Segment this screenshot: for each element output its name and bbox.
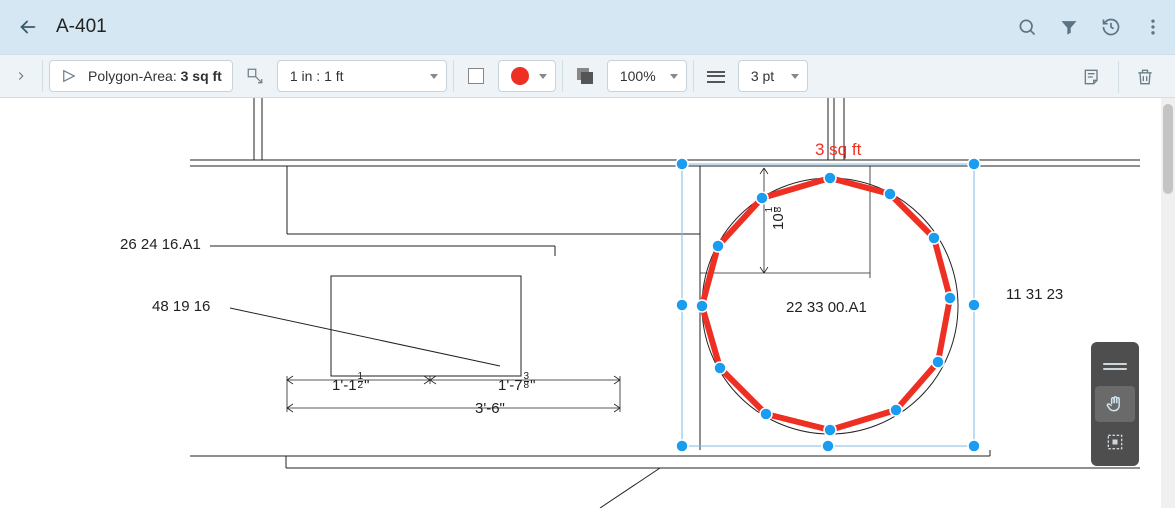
scale-value: 1 in : 1 ft — [290, 68, 344, 84]
scrollbar-thumb[interactable] — [1163, 104, 1173, 194]
properties-toolbar: Polygon-Area: 3 sq ft 1 in : 1 ft 100% 3… — [0, 54, 1175, 98]
scale-dropdown[interactable]: 1 in : 1 ft — [277, 60, 447, 92]
right-callout-label: 11 31 23 — [1006, 286, 1063, 303]
history-icon[interactable] — [1099, 15, 1123, 39]
scale-icon[interactable] — [239, 60, 271, 92]
stroke-width-icon[interactable] — [700, 60, 732, 92]
toolbar-separator — [1118, 61, 1119, 93]
filter-icon[interactable] — [1057, 15, 1081, 39]
polygon-area-readout[interactable]: Polygon-Area: 3 sq ft — [49, 60, 233, 92]
opacity-value: 100% — [620, 68, 656, 84]
pan-tool-button[interactable] — [1095, 386, 1135, 422]
delete-icon[interactable] — [1129, 61, 1161, 93]
chevron-down-icon — [670, 74, 678, 79]
swatch-red-icon — [511, 67, 529, 85]
lines-icon — [707, 75, 725, 77]
app-header: A-401 — [0, 0, 1175, 54]
toolbar-separator — [562, 60, 563, 92]
dimension-label: 3'-6" — [475, 400, 505, 417]
overflow-menu-icon[interactable] — [1141, 15, 1165, 39]
dimension-label: 1'-738" — [498, 373, 535, 394]
back-button[interactable] — [10, 9, 46, 45]
dimension-label: 1'-112" — [332, 373, 369, 394]
search-icon[interactable] — [1015, 15, 1039, 39]
select-area-button[interactable] — [1095, 424, 1135, 460]
opacity-swatch-icon — [577, 68, 593, 84]
opacity-icon[interactable] — [569, 60, 601, 92]
drawing-canvas[interactable]: 3 sq ft 26 24 16.A1 48 19 16 1'-112" 1'-… — [0, 98, 1161, 508]
swatch-none-icon — [468, 68, 484, 84]
vertical-scrollbar[interactable] — [1161, 98, 1175, 508]
stroke-width-value: 3 pt — [751, 68, 774, 84]
chevron-down-icon — [539, 74, 547, 79]
circle-callout-label: 22 33 00.A1 — [786, 299, 867, 316]
toolbar-separator — [453, 60, 454, 92]
stroke-color-icon[interactable] — [460, 60, 492, 92]
page-title: A-401 — [56, 16, 107, 38]
chevron-down-icon — [791, 74, 799, 79]
drag-handle[interactable] — [1095, 348, 1135, 384]
polygon-label: Polygon-Area: 3 sq ft — [88, 68, 222, 84]
header-actions — [1015, 0, 1165, 54]
toolbar-right — [1076, 55, 1165, 99]
chevron-down-icon — [430, 74, 438, 79]
vertical-dimension-label: 1018 — [766, 206, 787, 230]
fill-color-dropdown[interactable] — [498, 60, 556, 92]
callout-label-1: 26 24 16.A1 — [120, 236, 201, 253]
toolbar-separator — [42, 60, 43, 92]
stroke-width-dropdown[interactable]: 3 pt — [738, 60, 808, 92]
area-label: 3 sq ft — [815, 140, 861, 160]
view-tools-panel — [1091, 342, 1139, 466]
callout-label-2: 48 19 16 — [152, 298, 210, 315]
grip-icon — [1103, 361, 1127, 371]
toolbar-separator — [693, 60, 694, 92]
expand-toolbar-button[interactable] — [6, 61, 36, 91]
note-icon[interactable] — [1076, 61, 1108, 93]
opacity-dropdown[interactable]: 100% — [607, 60, 687, 92]
